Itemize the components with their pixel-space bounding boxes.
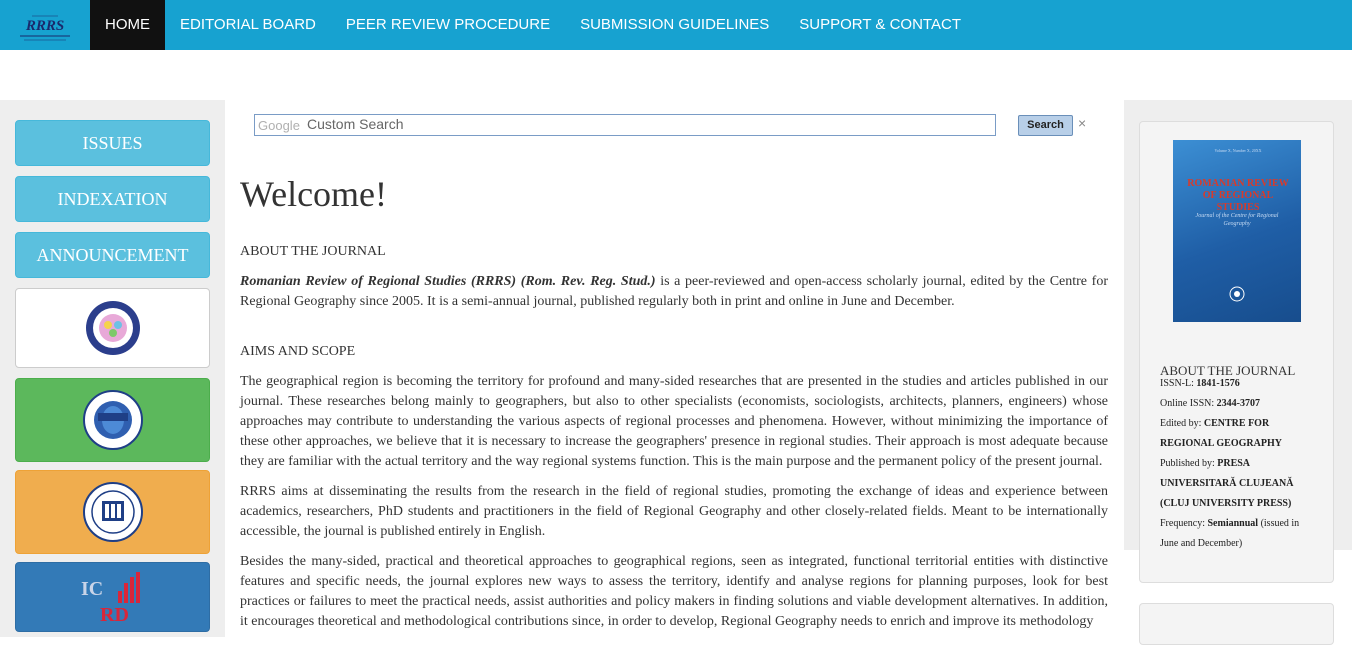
online-issn-line: Online ISSN: 2344-3707 <box>1160 398 1261 409</box>
published-by-line-3: (CLUJ UNIVERSITY PRESS) <box>1160 498 1292 509</box>
announcement-button[interactable]: ANNOUNCEMENT <box>15 232 210 278</box>
partner-logo-ic-rd[interactable]: IC RD <box>15 562 210 632</box>
about-journal-heading: ABOUT THE JOURNAL <box>240 244 386 259</box>
edited-by-line: Edited by: CENTRE FOR <box>1160 418 1270 429</box>
secondary-info-panel <box>1139 603 1334 645</box>
cover-subtitle: Journal of the Centre for Regional Geogr… <box>1195 213 1279 227</box>
indexation-button[interactable]: INDEXATION <box>15 176 210 222</box>
issn-l-line: ISSN-L: 1841-1576 <box>1160 378 1240 389</box>
issues-button[interactable]: ISSUES <box>15 120 210 166</box>
frequency-line: Frequency: Semiannual (issued in <box>1160 518 1300 529</box>
journal-logo[interactable]: RRRS <box>14 8 76 46</box>
svg-text:IC: IC <box>81 578 103 600</box>
nav-support-contact[interactable]: SUPPORT & CONTACT <box>784 0 976 50</box>
ic-rd-logo-icon: IC RD <box>81 572 140 625</box>
university-seal-icon <box>82 482 143 542</box>
clear-search-icon[interactable]: × <box>1078 115 1086 131</box>
main-content: Google Search × Welcome! ABOUT THE JOURN… <box>225 100 1124 637</box>
published-by-line: Published by: PRESA <box>1160 458 1251 469</box>
published-by-line-2: UNIVERSITARĂ CLUJEANĂ <box>1160 478 1294 489</box>
edited-by-line-2: REGIONAL GEOGRAPHY <box>1160 438 1282 449</box>
main-nav: HOME EDITORIAL BOARD PEER REVIEW PROCEDU… <box>90 0 976 50</box>
right-sidebar: Volume X, Number X, 20XX ROMANIAN REVIEW… <box>1124 100 1352 583</box>
search-button[interactable]: Search <box>1018 115 1073 136</box>
aims-paragraph-1: The geographical region is becoming the … <box>240 374 1108 469</box>
custom-search-box: Google <box>254 114 996 136</box>
svg-text:RRRS: RRRS <box>25 18 64 34</box>
aims-scope-heading: AIMS AND SCOPE <box>240 344 356 359</box>
journal-cover-image[interactable]: Volume X, Number X, 20XX ROMANIAN REVIEW… <box>1173 140 1301 322</box>
nav-editorial-board[interactable]: EDITORIAL BOARD <box>165 0 331 50</box>
cover-title: ROMANIAN REVIEW OF REGIONAL STUDIES <box>1187 178 1289 213</box>
nav-peer-review-procedure[interactable]: PEER REVIEW PROCEDURE <box>331 0 565 50</box>
partner-logo-seal-blue[interactable] <box>15 288 210 368</box>
google-brand-text: Google <box>258 118 300 133</box>
seal-icon <box>85 301 140 355</box>
page-title: Welcome! <box>240 174 388 214</box>
svg-text:RD: RD <box>100 604 129 625</box>
top-navbar: RRRS HOME EDITORIAL BOARD PEER REVIEW PR… <box>0 0 1352 50</box>
partner-logo-university-romania[interactable] <box>15 378 210 462</box>
university-seal-icon <box>82 390 143 450</box>
cover-volume: Volume X, Number X, 20XX <box>1214 148 1262 153</box>
about-journal-paragraph: Romanian Review of Regional Studies (RRR… <box>240 272 1108 312</box>
aims-paragraph-3: Besides the many-sided, practical and th… <box>240 554 1108 629</box>
nav-home[interactable]: HOME <box>90 0 165 50</box>
search-input[interactable] <box>307 116 987 132</box>
cover-emblem-icon <box>1229 286 1245 302</box>
journal-info-panel: Volume X, Number X, 20XX ROMANIAN REVIEW… <box>1139 121 1334 583</box>
partner-logo-university-cluj[interactable] <box>15 470 210 554</box>
journal-name: Romanian Review of Regional Studies (RRR… <box>240 274 656 289</box>
nav-submission-guidelines[interactable]: SUBMISSION GUIDELINES <box>565 0 784 50</box>
left-sidebar: ISSUES INDEXATION ANNOUNCEMENT IC RD <box>0 100 225 637</box>
aims-paragraph-2: RRRS aims at disseminating the results f… <box>240 484 1108 539</box>
frequency-line-2: June and December) <box>1160 538 1243 549</box>
